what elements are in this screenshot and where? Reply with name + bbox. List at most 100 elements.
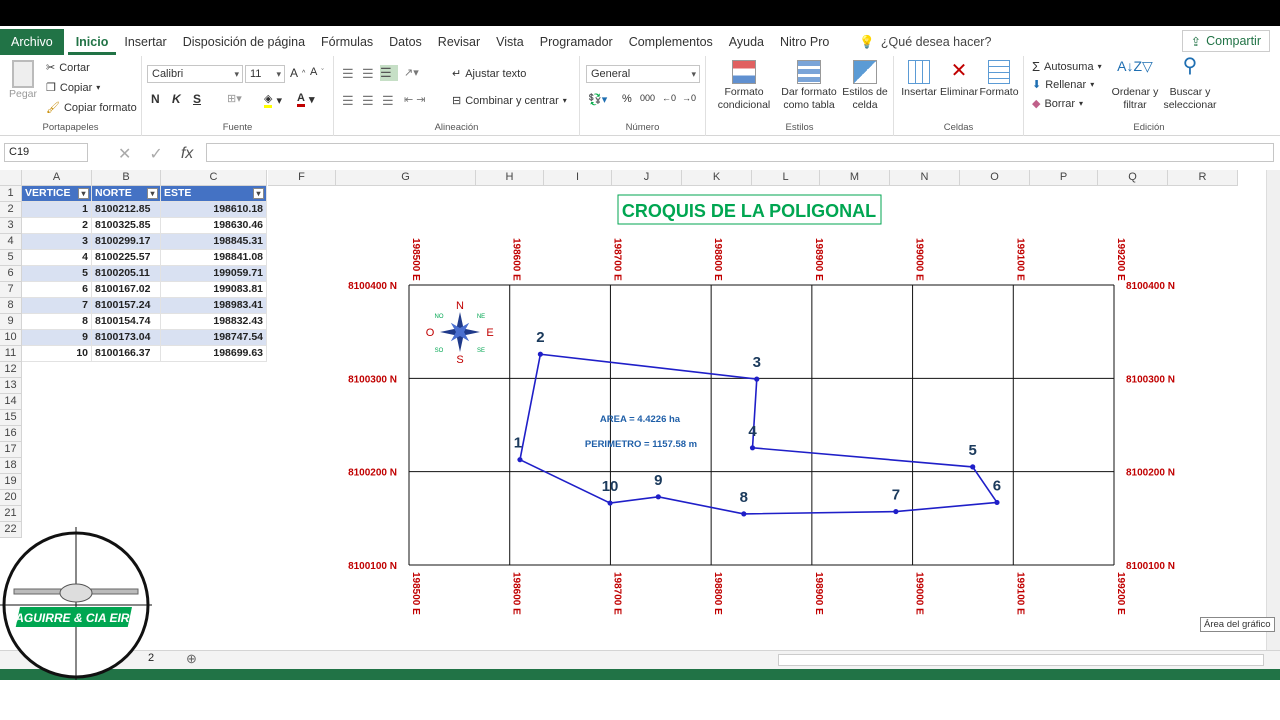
row-header-18[interactable]: 18 bbox=[0, 458, 22, 474]
row-header-21[interactable]: 21 bbox=[0, 506, 22, 522]
row-header-19[interactable]: 19 bbox=[0, 474, 22, 490]
format-cells-button[interactable]: Formato bbox=[978, 60, 1020, 99]
formula-input[interactable] bbox=[206, 143, 1274, 162]
borders-icon[interactable]: ⊞▾ bbox=[227, 92, 242, 105]
merge-center-button[interactable]: ⊟ Combinar y centrar ▾ bbox=[452, 94, 567, 108]
bold-button[interactable]: N bbox=[151, 92, 160, 106]
table-cell[interactable]: 199083.81 bbox=[161, 282, 267, 298]
column-header-N[interactable]: N bbox=[890, 170, 960, 186]
shrink-font-button[interactable]: Aˇ bbox=[310, 66, 324, 78]
tab-insert[interactable]: Insertar bbox=[116, 29, 174, 55]
enter-icon[interactable]: ✓ bbox=[149, 144, 162, 164]
column-header-G[interactable]: G bbox=[336, 170, 476, 186]
column-header-M[interactable]: M bbox=[820, 170, 890, 186]
column-header-I[interactable]: I bbox=[544, 170, 612, 186]
align-middle-icon[interactable]: ☰ bbox=[362, 66, 374, 82]
delete-cells-button[interactable]: ✕ Eliminar bbox=[938, 60, 980, 99]
clear-button[interactable]: ◆ Borrar ▾ bbox=[1032, 97, 1083, 111]
align-right-icon[interactable]: ☰ bbox=[382, 93, 394, 109]
column-header-O[interactable]: O bbox=[960, 170, 1030, 186]
font-size-combo[interactable]: 11 bbox=[245, 65, 285, 83]
tab-review[interactable]: Revisar bbox=[430, 29, 488, 55]
row-header-15[interactable]: 15 bbox=[0, 410, 22, 426]
row-header-3[interactable]: 3 bbox=[0, 218, 22, 234]
select-all-corner[interactable] bbox=[0, 170, 22, 186]
currency-icon[interactable]: 💱▾ bbox=[588, 93, 607, 106]
autosum-button[interactable]: Σ Autosuma ▾ bbox=[1032, 59, 1102, 74]
table-cell[interactable]: 8100154.74 bbox=[92, 314, 161, 330]
comma-style-icon[interactable]: 000 bbox=[640, 93, 655, 103]
row-header-5[interactable]: 5 bbox=[0, 250, 22, 266]
share-button[interactable]: ⇪ Compartir bbox=[1181, 30, 1270, 52]
table-cell[interactable]: 198747.54 bbox=[161, 330, 267, 346]
column-header-A[interactable]: A bbox=[22, 170, 92, 186]
row-header-7[interactable]: 7 bbox=[0, 282, 22, 298]
add-sheet-icon[interactable]: ⊕ bbox=[186, 651, 197, 667]
row-header-14[interactable]: 14 bbox=[0, 394, 22, 410]
percent-icon[interactable]: % bbox=[622, 93, 632, 105]
format-painter-button[interactable]: 🖌 Copiar formato bbox=[46, 101, 137, 115]
table-cell[interactable]: 1 bbox=[22, 202, 92, 218]
row-header-20[interactable]: 20 bbox=[0, 490, 22, 506]
decrease-decimal-icon[interactable]: →0 bbox=[682, 93, 696, 103]
table-cell[interactable]: 199059.71 bbox=[161, 266, 267, 282]
table-cell[interactable]: 8100167.02 bbox=[92, 282, 161, 298]
table-cell[interactable]: 8100325.85 bbox=[92, 218, 161, 234]
table-cell[interactable]: 8100225.57 bbox=[92, 250, 161, 266]
wrap-text-button[interactable]: ↵ Ajustar texto bbox=[452, 67, 526, 81]
row-header-17[interactable]: 17 bbox=[0, 442, 22, 458]
row-header-8[interactable]: 8 bbox=[0, 298, 22, 314]
orientation-icon[interactable]: ↗▾ bbox=[404, 66, 419, 79]
tab-nitro[interactable]: Nitro Pro bbox=[772, 29, 837, 55]
tab-addins[interactable]: Complementos bbox=[621, 29, 721, 55]
row-header-2[interactable]: 2 bbox=[0, 202, 22, 218]
table-cell[interactable]: 8100205.11 bbox=[92, 266, 161, 282]
tell-me-search[interactable]: 💡 ¿Qué desea hacer? bbox=[859, 35, 991, 50]
format-as-table-button[interactable]: Dar formato como tabla bbox=[778, 60, 840, 112]
font-name-combo[interactable]: Calibri bbox=[147, 65, 243, 83]
number-format-combo[interactable]: General bbox=[586, 65, 700, 83]
align-bottom-icon[interactable]: ☰ bbox=[380, 65, 398, 81]
row-header-16[interactable]: 16 bbox=[0, 426, 22, 442]
table-cell[interactable]: 7 bbox=[22, 298, 92, 314]
fill-button[interactable]: ⬇ Rellenar ▾ bbox=[1032, 78, 1094, 92]
cell-styles-button[interactable]: Estilos de celda bbox=[842, 60, 888, 112]
column-header-R[interactable]: R bbox=[1168, 170, 1238, 186]
table-cell[interactable]: 8100157.24 bbox=[92, 298, 161, 314]
table-cell[interactable]: 3 bbox=[22, 234, 92, 250]
table-cell[interactable]: 198630.46 bbox=[161, 218, 267, 234]
paste-button[interactable]: Pegar bbox=[6, 60, 40, 101]
row-header-10[interactable]: 10 bbox=[0, 330, 22, 346]
table-header-cell[interactable]: NORTE ▾ bbox=[92, 186, 161, 202]
cancel-icon[interactable]: ✕ bbox=[118, 144, 131, 164]
table-cell[interactable]: 8100173.04 bbox=[92, 330, 161, 346]
column-header-H[interactable]: H bbox=[476, 170, 544, 186]
row-header-1[interactable]: 1 bbox=[0, 186, 22, 202]
underline-button[interactable]: S bbox=[193, 92, 201, 106]
insert-cells-button[interactable]: Insertar bbox=[898, 60, 940, 99]
filter-dropdown-icon[interactable]: ▾ bbox=[78, 188, 89, 199]
horizontal-scrollbar[interactable] bbox=[778, 654, 1264, 666]
table-header-cell[interactable]: VERTICE ▾ bbox=[22, 186, 92, 202]
indent-icon[interactable]: ⇤ ⇥ bbox=[404, 93, 426, 106]
tab-page-layout[interactable]: Disposición de página bbox=[175, 29, 313, 55]
row-header-13[interactable]: 13 bbox=[0, 378, 22, 394]
table-cell[interactable]: 10 bbox=[22, 346, 92, 362]
italic-button[interactable]: K bbox=[172, 92, 181, 106]
table-header-cell[interactable]: ESTE ▾ bbox=[161, 186, 267, 202]
column-header-J[interactable]: J bbox=[612, 170, 682, 186]
column-header-B[interactable]: B bbox=[92, 170, 161, 186]
table-cell[interactable]: 198610.18 bbox=[161, 202, 267, 218]
table-cell[interactable]: 198983.41 bbox=[161, 298, 267, 314]
row-header-11[interactable]: 11 bbox=[0, 346, 22, 362]
find-select-button[interactable]: ⚲ Buscar y seleccionar bbox=[1160, 56, 1220, 112]
align-top-icon[interactable]: ☰ bbox=[342, 66, 354, 82]
tab-data[interactable]: Datos bbox=[381, 29, 430, 55]
cut-button[interactable]: ✂ Cortar bbox=[46, 61, 90, 75]
table-cell[interactable]: 5 bbox=[22, 266, 92, 282]
column-header-L[interactable]: L bbox=[752, 170, 820, 186]
table-cell[interactable]: 4 bbox=[22, 250, 92, 266]
name-box[interactable]: C19 bbox=[4, 143, 88, 162]
table-cell[interactable]: 198841.08 bbox=[161, 250, 267, 266]
increase-decimal-icon[interactable]: ←0 bbox=[662, 93, 676, 103]
